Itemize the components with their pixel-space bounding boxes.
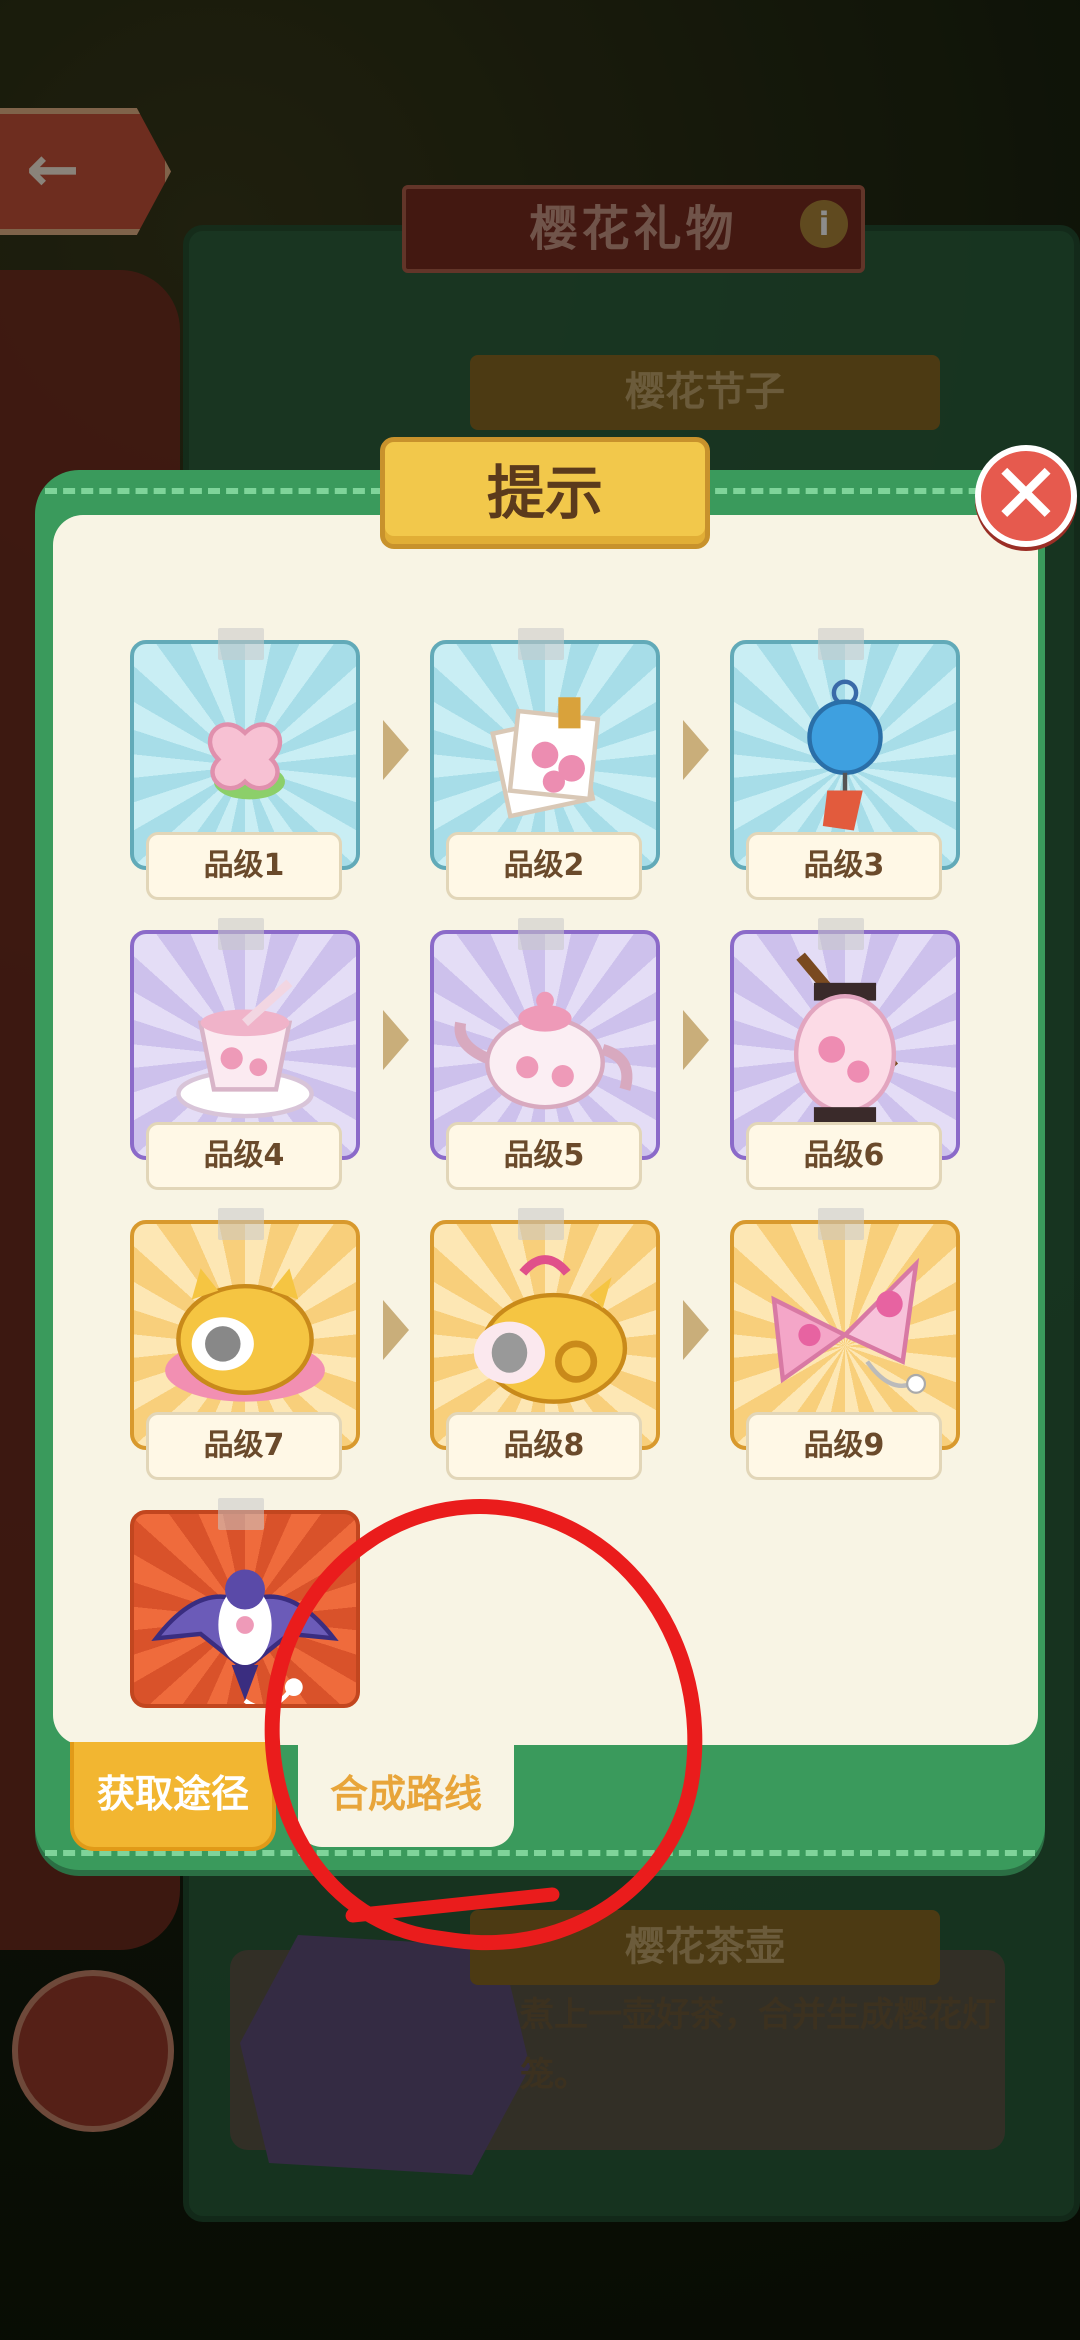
tape-decoration: [818, 628, 864, 660]
item-level-label: 品级1: [146, 832, 342, 900]
chevron-right-icon: [383, 1010, 409, 1070]
tape-decoration: [218, 918, 264, 950]
item-level-label: 品级4: [146, 1122, 342, 1190]
tape-decoration: [218, 1208, 264, 1240]
tape-decoration: [518, 918, 564, 950]
tape-decoration: [218, 628, 264, 660]
chevron-right-icon: [683, 1300, 709, 1360]
item-level-label: 品级5: [446, 1122, 642, 1190]
tape-decoration: [518, 1208, 564, 1240]
item-level-label: 品级9: [746, 1412, 942, 1480]
tab-acquire-methods[interactable]: 获取途径: [70, 1742, 276, 1851]
popup-title: 提示: [380, 437, 710, 549]
tape-decoration: [218, 1498, 264, 1530]
item-level-label: 品级3: [746, 832, 942, 900]
chevron-right-icon: [683, 1010, 709, 1070]
tape-decoration: [818, 1208, 864, 1240]
tape-decoration: [818, 918, 864, 950]
item-level-label: 品级7: [146, 1412, 342, 1480]
chevron-right-icon: [383, 1300, 409, 1360]
close-button[interactable]: ✕: [975, 445, 1077, 547]
item-level-label: 品级6: [746, 1122, 942, 1190]
chevron-right-icon: [383, 720, 409, 780]
chevron-right-icon: [683, 720, 709, 780]
item-level-label: 品级8: [446, 1412, 642, 1480]
close-icon: ✕: [990, 445, 1062, 543]
tape-decoration: [518, 628, 564, 660]
item-level-label: 品级2: [446, 832, 642, 900]
